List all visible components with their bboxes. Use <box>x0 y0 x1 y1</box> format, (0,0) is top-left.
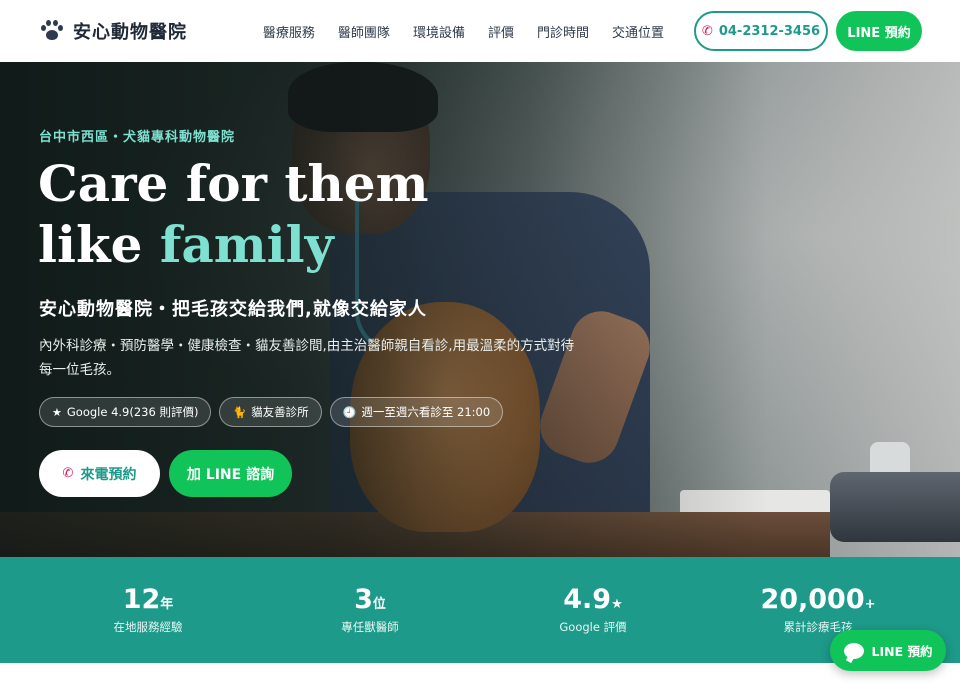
main-menu: 醫療服務 醫師團隊 環境設備 評價 門診時間 交通位置 <box>263 22 664 41</box>
menu-item-doctors[interactable]: 醫師團隊 <box>338 22 390 41</box>
hero-subhead: 安心動物醫院・把毛孩交給我們,就像交給家人 <box>39 299 427 320</box>
call-booking-button[interactable]: ✆ 來電預約 <box>39 450 160 497</box>
brand-name: 安心動物醫院 <box>73 22 187 43</box>
menu-item-facilities[interactable]: 環境設備 <box>413 22 465 41</box>
tag-cat-friendly: 🐈 貓友善診所 <box>219 397 322 427</box>
headline-line-1: Care for them <box>38 154 429 213</box>
menu-item-services[interactable]: 醫療服務 <box>263 22 315 41</box>
line-booking-button[interactable]: LINE 預約 <box>836 11 922 51</box>
stat-rating: 4.9★ Google 評價 <box>559 584 627 634</box>
tag-opening-hours: 🕘 週一至週六看診至 21:00 <box>329 397 504 427</box>
hero-eyebrow: 台中市西區・犬貓專科動物醫院 <box>39 130 236 145</box>
star-icon: ★ <box>52 405 62 419</box>
headline-line-2: like family <box>38 215 334 274</box>
chat-bubble-icon <box>843 642 864 659</box>
brand-logo[interactable]: 安心動物醫院 <box>40 18 187 44</box>
phone-number: 04-2312-3456 <box>718 23 821 39</box>
line-consult-button[interactable]: 加 LINE 諮詢 <box>169 450 292 497</box>
phone-icon: ✆ <box>62 466 74 481</box>
stat-vets: 3位 專任獸醫師 <box>341 584 399 634</box>
floating-line-button[interactable]: LINE 預約 <box>830 630 946 671</box>
headline-accent: family <box>159 215 334 274</box>
tag-google-rating: ★ Google 4.9(236 則評價) <box>39 397 212 427</box>
phone-button[interactable]: ✆ 04-2312-3456 <box>694 11 828 51</box>
hero-description: 內外科診療・預防醫學・健康檢查・貓友善診間,由主治醫師親自看診,用最溫柔的方式對… <box>39 338 575 378</box>
hero-tags: ★ Google 4.9(236 則評價) 🐈 貓友善診所 🕘 週一至週六看診至… <box>39 397 504 427</box>
clock-icon: 🕘 <box>342 405 357 419</box>
stat-years: 12年 在地服務經驗 <box>113 584 183 634</box>
top-navbar: 安心動物醫院 醫療服務 醫師團隊 環境設備 評價 門診時間 交通位置 ✆ 04-… <box>0 0 960 62</box>
stats-bar: 12年 在地服務經驗 3位 專任獸醫師 4.9★ Google 評價 20,00… <box>0 557 960 663</box>
paw-icon <box>40 20 64 42</box>
phone-icon: ✆ <box>701 23 713 39</box>
hero-headline: Care for them like family <box>38 153 429 275</box>
menu-item-hours[interactable]: 門診時間 <box>537 22 589 41</box>
stat-patients: 20,000+ 累計診療毛孩 <box>760 584 876 634</box>
menu-item-location[interactable]: 交通位置 <box>612 22 664 41</box>
cat-icon: 🐈 <box>232 405 247 419</box>
menu-item-reviews[interactable]: 評價 <box>488 22 514 41</box>
